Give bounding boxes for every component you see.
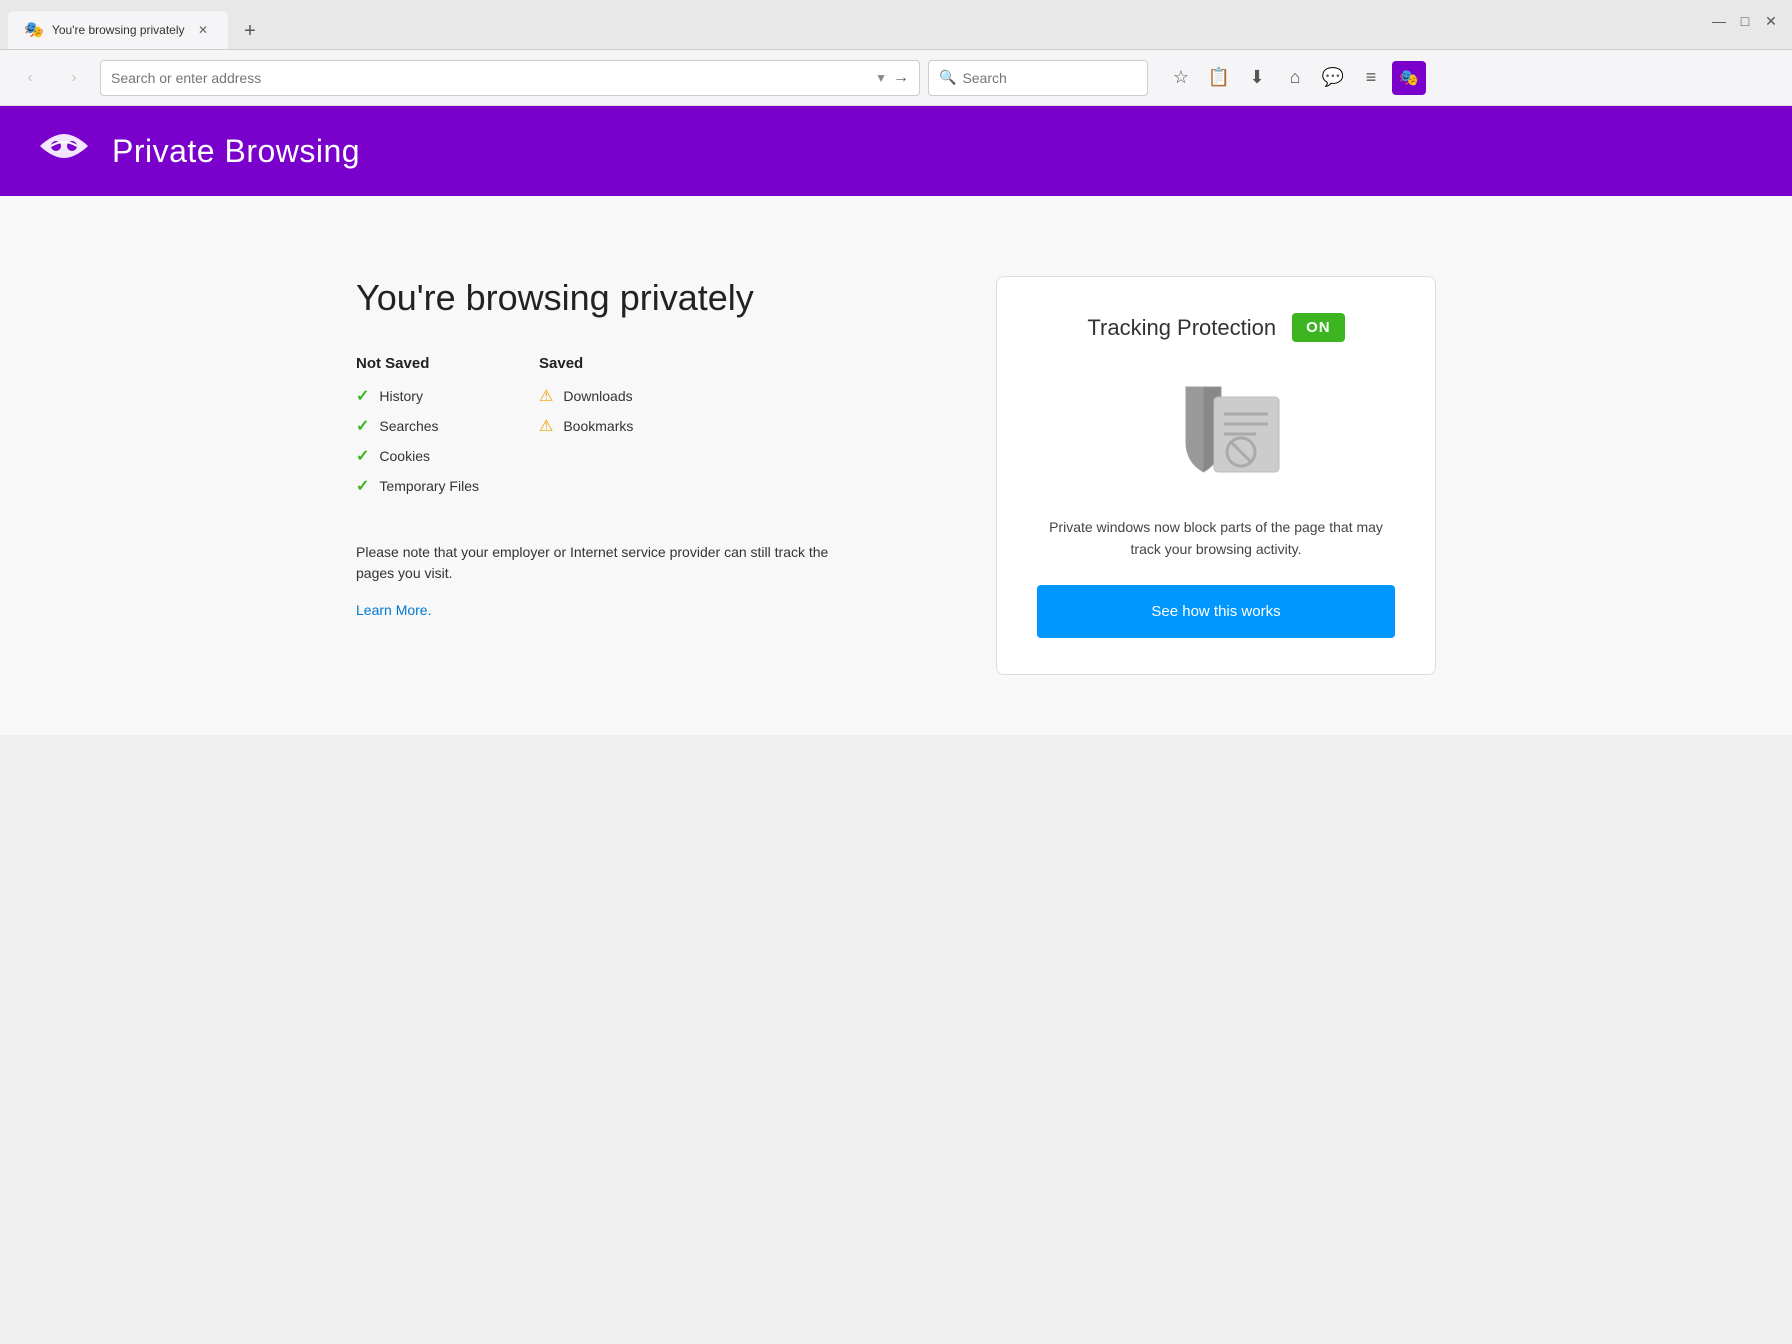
search-icon: 🔍 <box>939 69 956 86</box>
window-controls: — □ ✕ <box>1710 12 1780 30</box>
searches-label: Searches <box>379 418 438 434</box>
private-mask-icon: 🎭 <box>1399 68 1419 88</box>
close-button[interactable]: ✕ <box>1762 12 1780 30</box>
learn-more-link[interactable]: Learn More. <box>356 602 431 618</box>
private-mode-button[interactable]: 🎭 <box>1392 61 1426 95</box>
header-mask-icon <box>40 128 88 174</box>
tracking-description: Private windows now block parts of the p… <box>1037 516 1395 561</box>
downloads-label: Downloads <box>563 388 632 404</box>
title-bar: 🎭 You're browsing privately ✕ + — □ ✕ <box>0 0 1792 50</box>
bookmarks-label: Bookmarks <box>563 418 633 434</box>
private-header-title: Private Browsing <box>112 133 360 170</box>
privacy-lists: Not Saved ✓ History ✓ Searches ✓ Cookies… <box>356 355 916 506</box>
check-icon: ✓ <box>356 386 369 406</box>
list-item: ⚠ Bookmarks <box>539 416 633 436</box>
tracking-header: Tracking Protection ON <box>1037 313 1395 342</box>
history-label: History <box>379 388 423 404</box>
nav-bar: ‹ › ▼ → 🔍 ☆ 📋 ⬇ ⌂ 💬 ≡ 🎭 <box>0 50 1792 106</box>
main-heading: You're browsing privately <box>356 276 916 319</box>
main-content: You're browsing privately Not Saved ✓ Hi… <box>0 196 1792 735</box>
minimize-button[interactable]: — <box>1710 12 1728 30</box>
not-saved-heading: Not Saved <box>356 355 479 372</box>
tracking-title: Tracking Protection <box>1087 315 1276 341</box>
home-button[interactable]: ⌂ <box>1278 61 1312 95</box>
tab-title: You're browsing privately <box>52 23 186 37</box>
pocket-icon: ⬇ <box>1249 67 1264 88</box>
list-item: ✓ Temporary Files <box>356 476 479 496</box>
privacy-note: Please note that your employer or Intern… <box>356 542 856 584</box>
pocket-button[interactable]: ⬇ <box>1240 61 1274 95</box>
list-item: ⚠ Downloads <box>539 386 633 406</box>
tab-favicon: 🎭 <box>24 20 44 40</box>
reading-list-button[interactable]: 📋 <box>1202 61 1236 95</box>
not-saved-column: Not Saved ✓ History ✓ Searches ✓ Cookies… <box>356 355 479 506</box>
right-panel: Tracking Protection ON <box>996 276 1436 675</box>
list-item: ✓ Cookies <box>356 446 479 466</box>
tracking-illustration <box>1136 372 1296 492</box>
check-icon: ✓ <box>356 416 369 436</box>
search-input[interactable] <box>962 70 1102 86</box>
forward-icon: › <box>71 69 76 87</box>
hamburger-icon: ≡ <box>1366 67 1377 88</box>
saved-column: Saved ⚠ Downloads ⚠ Bookmarks <box>539 355 633 506</box>
list-item: ✓ Searches <box>356 416 479 436</box>
chat-button[interactable]: 💬 <box>1316 61 1350 95</box>
check-icon: ✓ <box>356 476 369 496</box>
search-bar[interactable]: 🔍 <box>928 60 1148 96</box>
star-icon: ☆ <box>1173 67 1189 88</box>
maximize-button[interactable]: □ <box>1736 12 1754 30</box>
menu-button[interactable]: ≡ <box>1354 61 1388 95</box>
new-tab-button[interactable]: + <box>232 13 268 49</box>
forward-button[interactable]: › <box>56 60 92 96</box>
warning-icon: ⚠ <box>539 416 553 436</box>
tracking-status-badge: ON <box>1292 313 1345 342</box>
back-button[interactable]: ‹ <box>12 60 48 96</box>
tab-bar: 🎭 You're browsing privately ✕ + <box>8 11 268 49</box>
see-how-button[interactable]: See how this works <box>1037 585 1395 638</box>
chat-icon: 💬 <box>1322 67 1344 88</box>
temp-files-label: Temporary Files <box>379 478 479 494</box>
favorite-button[interactable]: ☆ <box>1164 61 1198 95</box>
tracking-card: Tracking Protection ON <box>996 276 1436 675</box>
saved-heading: Saved <box>539 355 633 372</box>
address-bar[interactable]: ▼ → <box>100 60 920 96</box>
warning-icon: ⚠ <box>539 386 553 406</box>
reading-list-icon: 📋 <box>1208 67 1230 88</box>
address-input[interactable] <box>111 70 869 86</box>
home-icon: ⌂ <box>1290 67 1301 88</box>
list-item: ✓ History <box>356 386 479 406</box>
tab-close-button[interactable]: ✕ <box>194 21 212 39</box>
back-icon: ‹ <box>27 69 32 87</box>
dropdown-icon[interactable]: ▼ <box>875 71 887 85</box>
check-icon: ✓ <box>356 446 369 466</box>
go-button[interactable]: → <box>893 69 909 87</box>
active-tab[interactable]: 🎭 You're browsing privately ✕ <box>8 11 228 49</box>
left-panel: You're browsing privately Not Saved ✓ Hi… <box>356 276 916 620</box>
cookies-label: Cookies <box>379 448 430 464</box>
private-header: Private Browsing <box>0 106 1792 196</box>
toolbar-icons: ☆ 📋 ⬇ ⌂ 💬 ≡ 🎭 <box>1164 61 1426 95</box>
